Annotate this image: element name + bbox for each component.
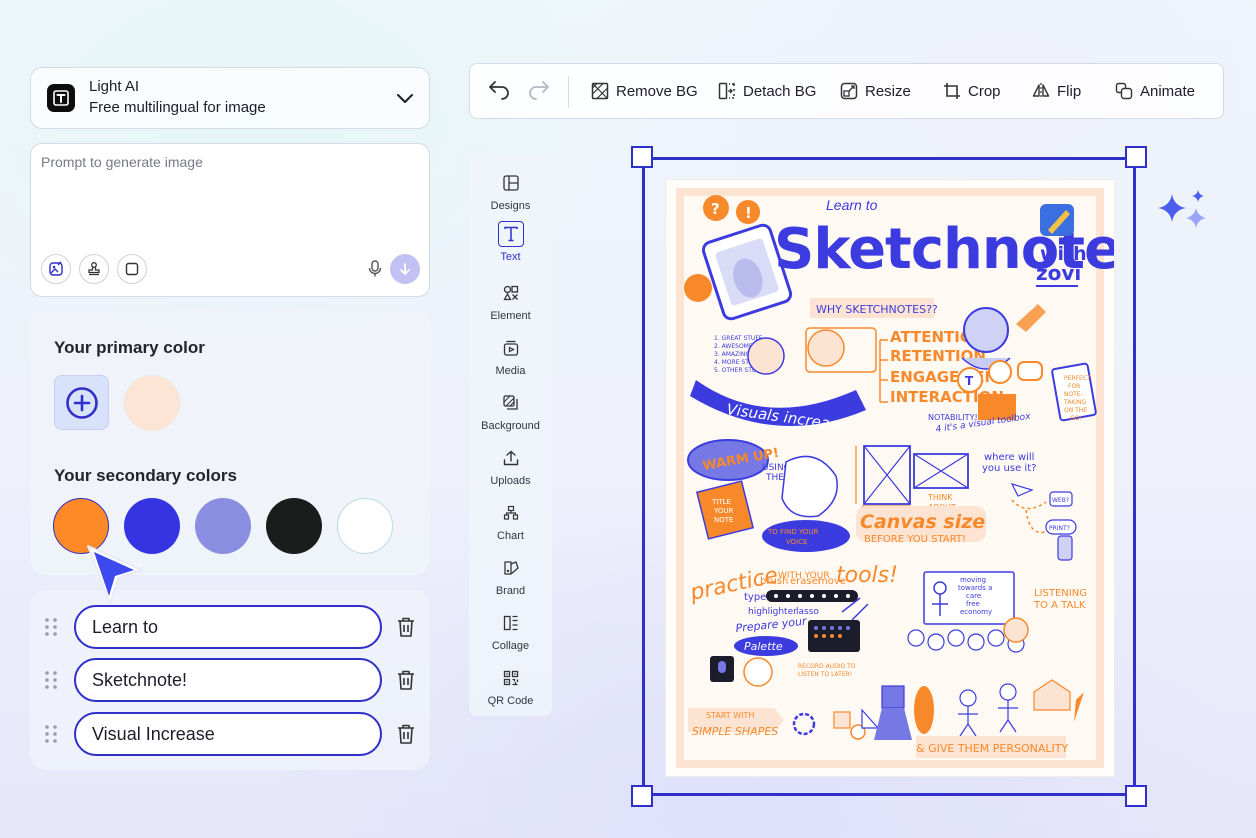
text-layer-row: Sketchnote! [30, 658, 430, 702]
secondary-color-swatch-black[interactable] [266, 498, 322, 554]
animate-icon [1115, 82, 1133, 100]
side-navigation: Designs Text Element Media Background Up… [469, 154, 552, 716]
secondary-color-swatch-lavender[interactable] [195, 498, 251, 554]
resize-handle-bottom-right[interactable] [1125, 785, 1147, 807]
nav-designs[interactable]: Designs [469, 170, 552, 220]
style-stamp-button[interactable] [79, 254, 109, 284]
prompt-input[interactable] [41, 154, 419, 234]
drag-handle-icon[interactable] [44, 670, 58, 690]
text-layer-input[interactable]: Visual Increase [74, 712, 382, 756]
flip-icon [1032, 83, 1050, 99]
add-primary-color-button[interactable] [54, 375, 109, 430]
nav-label: Text [500, 251, 521, 263]
nav-label: Uploads [490, 475, 531, 487]
stamp-icon [88, 262, 100, 276]
plus-circle-icon [65, 386, 98, 419]
colors-panel: Your primary color Your secondary colors [30, 311, 430, 575]
model-logo [47, 84, 75, 112]
flip-button[interactable]: Flip [1032, 64, 1081, 118]
aspect-ratio-button[interactable] [117, 254, 147, 284]
image-toolbar: Remove BG Detach BG Resize Crop Flip Ani… [469, 63, 1224, 119]
crop-label: Crop [968, 82, 1001, 100]
selection-frame [631, 146, 1147, 807]
resize-label: Resize [865, 82, 911, 100]
microphone-button[interactable] [363, 256, 387, 282]
nav-text[interactable]: Text [469, 221, 552, 271]
text-icon [503, 226, 518, 242]
image-prompt-button[interactable] [41, 254, 71, 284]
upload-icon [503, 450, 518, 466]
sparkle-icon [1158, 190, 1206, 228]
shapes-icon [502, 285, 518, 301]
remove-bg-button[interactable]: Remove BG [591, 64, 698, 118]
detach-background-icon [718, 82, 735, 100]
collage-icon [503, 615, 517, 631]
text-layer-input[interactable]: Sketchnote! [74, 658, 382, 702]
text-layer-row: Visual Increase [30, 712, 430, 756]
trash-icon[interactable] [394, 668, 418, 692]
trash-icon[interactable] [394, 615, 418, 639]
layout-icon [502, 175, 519, 191]
resize-icon [840, 82, 858, 100]
prompt-box [30, 143, 430, 297]
qr-code-icon [503, 670, 518, 686]
chart-icon [503, 505, 518, 520]
drag-handle-icon[interactable] [44, 724, 58, 744]
text-layers-panel: Learn to Sketchnote! Visual Increase [30, 590, 430, 770]
toolbar-divider [568, 76, 569, 108]
undo-icon[interactable] [488, 81, 510, 101]
media-icon [503, 340, 518, 356]
brand-icon [503, 561, 519, 575]
microphone-icon [368, 260, 382, 277]
nav-collage[interactable]: Collage [469, 610, 552, 660]
nav-label: Designs [490, 200, 531, 212]
arrow-down-icon [400, 263, 410, 275]
drag-handle-icon[interactable] [44, 617, 58, 637]
resize-handle-bottom-left[interactable] [631, 785, 653, 807]
square-icon [125, 262, 139, 276]
detach-bg-button[interactable]: Detach BG [718, 64, 816, 118]
trash-icon[interactable] [394, 722, 418, 746]
secondary-color-swatch-white[interactable] [337, 498, 393, 554]
primary-color-title: Your primary color [54, 338, 205, 357]
nav-brand[interactable]: Brand [469, 555, 552, 605]
animate-button[interactable]: Animate [1115, 64, 1195, 118]
nav-label: Media [495, 365, 526, 377]
crop-icon [944, 83, 960, 99]
nav-label: Brand [495, 585, 526, 597]
cursor-pointer-icon [87, 545, 143, 605]
remove-bg-label: Remove BG [616, 82, 698, 100]
resize-handle-top-left[interactable] [631, 146, 653, 168]
nav-media[interactable]: Media [469, 335, 552, 385]
image-edit-icon [49, 261, 63, 276]
model-selector[interactable]: Light AI Free multilingual for image [30, 67, 430, 129]
primary-color-swatch[interactable] [124, 375, 180, 431]
nav-qr-code[interactable]: QR Code [469, 665, 552, 715]
background-icon [502, 395, 518, 410]
animate-label: Animate [1140, 82, 1196, 100]
model-description: Free multilingual for image [89, 99, 266, 116]
secondary-colors-title: Your secondary colors [54, 466, 237, 485]
nav-label: Element [490, 310, 531, 322]
nav-background[interactable]: Background [469, 390, 552, 440]
nav-label: QR Code [487, 695, 534, 707]
resize-handle-top-right[interactable] [1125, 146, 1147, 168]
detach-bg-label: Detach BG [743, 82, 817, 100]
flip-label: Flip [1057, 82, 1082, 100]
nav-element[interactable]: Element [469, 280, 552, 330]
nav-label: Background [481, 420, 540, 432]
remove-background-icon [591, 82, 609, 100]
t-logo-icon [53, 90, 69, 106]
nav-chart[interactable]: Chart [469, 500, 552, 550]
resize-button[interactable]: Resize [840, 64, 911, 118]
nav-label: Collage [491, 640, 530, 652]
nav-label: Chart [497, 530, 524, 542]
redo-icon[interactable] [528, 81, 550, 101]
nav-uploads[interactable]: Uploads [469, 445, 552, 495]
crop-button[interactable]: Crop [943, 64, 1001, 118]
model-name: Light AI [89, 78, 140, 95]
generate-button[interactable] [390, 254, 420, 284]
chevron-down-icon[interactable] [395, 88, 415, 108]
